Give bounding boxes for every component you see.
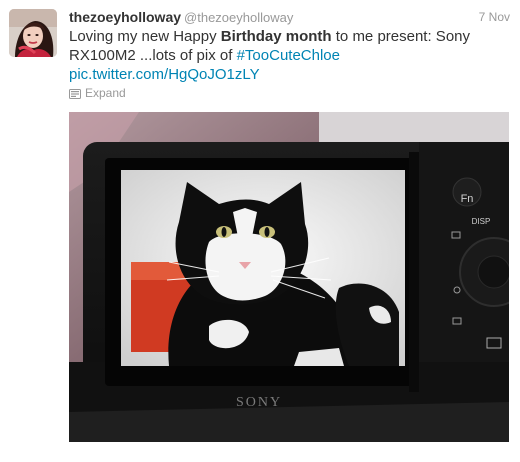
- avatar-image: [9, 9, 57, 57]
- tweet-timestamp[interactable]: 7 Nov: [479, 10, 510, 24]
- user-handle[interactable]: @thezoeyholloway: [184, 10, 293, 25]
- media-icon: [69, 88, 81, 99]
- disp-label: DISP: [472, 217, 491, 226]
- expand-button[interactable]: Expand: [69, 86, 126, 100]
- expand-label: Expand: [85, 86, 126, 100]
- tweet-photo[interactable]: SONY Fn DISP: [69, 112, 509, 442]
- tweet-text: Loving my new Happy Birthday month to me…: [69, 27, 509, 84]
- fn-button-label: Fn: [461, 193, 474, 205]
- pic-link[interactable]: pic.twitter.com/HgQoJO1zLY: [69, 66, 260, 83]
- tweet: thezoeyholloway @thezoeyholloway 7 Nov Lo…: [0, 0, 520, 462]
- tweet-text-bold: Birthday month: [220, 28, 332, 45]
- camera-brand-label: SONY: [236, 395, 282, 410]
- camera-photo: SONY Fn DISP: [69, 112, 509, 442]
- tweet-text-part1: Loving my new Happy: [69, 28, 221, 45]
- hashtag-link[interactable]: #TooCuteChloe: [237, 47, 340, 64]
- user-fullname[interactable]: thezoeyholloway: [69, 9, 181, 25]
- tweet-header: thezoeyholloway @thezoeyholloway 7 Nov: [69, 9, 510, 27]
- avatar[interactable]: [9, 9, 57, 57]
